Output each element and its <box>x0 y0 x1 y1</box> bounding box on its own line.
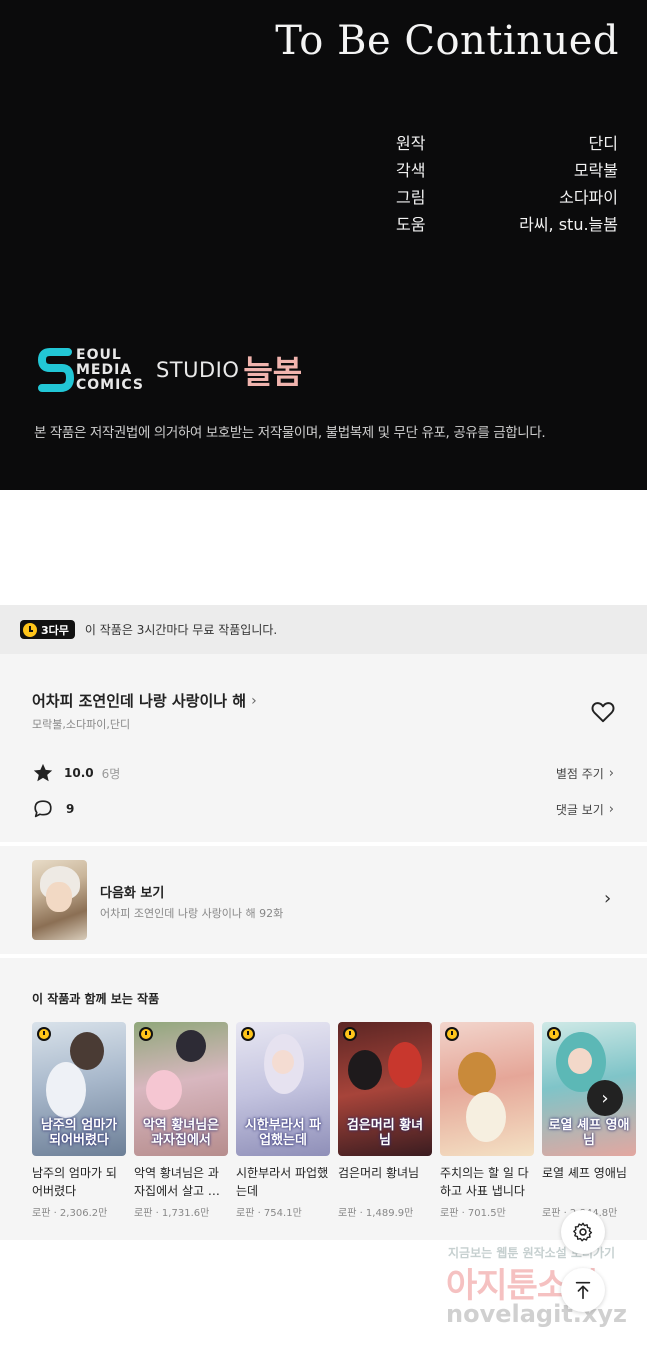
series-info-card: 어차피 조연인데 나랑 사랑이나 해 › 모락불,소다파이,단디 10.0 6명… <box>0 654 647 842</box>
related-card[interactable]: 검은머리 황녀님 검은머리 황녀님 로판 · 1,489.9만 <box>338 1022 432 1219</box>
credit-row: 그림 소다파이 <box>396 188 618 215</box>
chevron-right-icon: › <box>251 692 257 709</box>
neulbom-wordmark: 늘봄 <box>243 353 303 391</box>
free-clock-icon <box>241 1027 255 1041</box>
related-card[interactable]: 주치의는 할 일 다 하고 사표 냅니다 로판 · 701.5만 <box>440 1022 534 1219</box>
credits: 원작 단디 각색 모락불 그림 소다파이 도움 라씨, stu.늘봄 <box>396 134 618 242</box>
studio-wordmark: STUDIO <box>155 358 240 382</box>
gear-icon <box>573 1222 593 1242</box>
carousel-next-button[interactable]: › <box>587 1080 623 1116</box>
series-authors: 모락불,소다파이,단디 <box>32 718 131 731</box>
related-cover: 시한부라서 파업했는데 <box>236 1022 330 1156</box>
seoul-media-comics-wordmark: EOUL MEDIA COMICS <box>76 346 144 393</box>
series-title-link[interactable]: 어차피 조연인데 나랑 사랑이나 해 › <box>32 690 257 711</box>
next-episode-title: 다음화 보기 <box>100 886 165 901</box>
credit-name: 라씨, stu.늘봄 <box>519 215 618 234</box>
rating-row: 10.0 6명 별점 주기 › <box>32 762 614 784</box>
credit-name: 단디 <box>588 134 618 153</box>
credit-role: 그림 <box>396 188 426 207</box>
next-episode-button[interactable]: 다음화 보기 어차피 조연인데 나랑 사랑이나 해 92화 › <box>0 846 647 954</box>
rating-score: 10.0 <box>64 766 94 780</box>
free-every-3-hours-banner: 3다무 이 작품은 3시간마다 무료 작품입니다. <box>0 605 647 654</box>
chevron-right-icon: › <box>604 888 612 909</box>
related-carousel: 남주의 엄마가 되어버렸다 남주의 엄마가 되어버렸다 로판 · 2,306.2… <box>32 1022 636 1219</box>
end-card: To Be Continued 원작 단디 각색 모락불 그림 소다파이 도움 … <box>0 0 647 490</box>
heart-icon[interactable] <box>590 699 616 725</box>
chevron-right-icon: › <box>601 1087 609 1109</box>
comment-count: 9 <box>66 802 75 816</box>
related-card[interactable]: 로열 셰프 영애님 로열 셰프 영애님 로판 · 2,844.8만 <box>542 1022 636 1219</box>
chevron-right-icon: › <box>608 801 614 817</box>
related-title: 남주의 엄마가 되어버렸다 <box>32 1166 117 1198</box>
copyright-notice: 본 작품은 저작권법에 의거하여 보호받는 저작물이며, 불법복제 및 무단 유… <box>34 425 546 441</box>
credit-name: 모락불 <box>573 161 618 180</box>
free-clock-icon <box>445 1027 459 1041</box>
related-card[interactable]: 악역 황녀님은 과자집에서 악역 황녀님은 과자집에서 살고 싶어 로판 · 1… <box>134 1022 228 1219</box>
related-meta: 로판 · 2,306.2만 <box>32 1208 108 1219</box>
related-title: 검은머리 황녀님 <box>338 1166 420 1180</box>
chevron-right-icon: › <box>608 765 614 781</box>
related-title: 악역 황녀님은 과자집에서 살고 싶어 <box>134 1166 219 1198</box>
free-clock-icon <box>547 1027 561 1041</box>
site-watermark: 지금보는 웹툰 원작소설 보러가기 아지툰소설 novelagit.xyz <box>446 1246 628 1328</box>
speech-bubble-icon <box>34 800 52 818</box>
settings-button[interactable] <box>561 1210 605 1254</box>
3-hour-free-badge: 3다무 <box>20 620 75 639</box>
next-episode-subtitle: 어차피 조연인데 나랑 사랑이나 해 92화 <box>100 907 284 920</box>
free-clock-icon <box>37 1027 51 1041</box>
free-clock-icon <box>139 1027 153 1041</box>
related-title: 시한부라서 파업했는데 <box>236 1166 329 1198</box>
related-meta: 로판 · 701.5만 <box>440 1208 506 1219</box>
related-meta: 로판 · 1,489.9만 <box>338 1208 414 1219</box>
to-be-continued-heading: To Be Continued <box>275 18 619 64</box>
credit-role: 원작 <box>396 134 426 153</box>
publisher-logos: EOUL MEDIA COMICS STUDIO 늘봄 <box>38 346 302 394</box>
related-title: 로열 셰프 영애님 <box>542 1166 627 1180</box>
credit-row: 각색 모락불 <box>396 161 618 188</box>
arrow-up-icon <box>575 1281 591 1300</box>
related-cover: 검은머리 황녀님 <box>338 1022 432 1156</box>
scroll-to-top-button[interactable] <box>561 1268 605 1312</box>
credit-role: 각색 <box>396 161 426 180</box>
view-comments-button[interactable]: 댓글 보기 › <box>556 801 614 818</box>
related-cover <box>440 1022 534 1156</box>
credit-role: 도움 <box>396 215 426 234</box>
next-episode-thumbnail <box>32 860 87 940</box>
comment-row: 9 댓글 보기 › <box>32 798 614 820</box>
credit-row: 원작 단디 <box>396 134 618 161</box>
related-title: 주치의는 할 일 다 하고 사표 냅니다 <box>440 1166 529 1198</box>
free-clock-icon <box>343 1027 357 1041</box>
free-banner-text: 이 작품은 3시간마다 무료 작품입니다. <box>84 623 278 637</box>
credit-row: 도움 라씨, stu.늘봄 <box>396 215 618 242</box>
clock-icon <box>23 622 37 637</box>
seoul-media-comics-s-logo-icon <box>38 348 74 392</box>
rating-count: 6명 <box>101 766 121 781</box>
related-meta: 로판 · 754.1만 <box>236 1208 302 1219</box>
related-card[interactable]: 남주의 엄마가 되어버렸다 남주의 엄마가 되어버렸다 로판 · 2,306.2… <box>32 1022 126 1219</box>
related-cover: 악역 황녀님은 과자집에서 <box>134 1022 228 1156</box>
series-title: 어차피 조연인데 나랑 사랑이나 해 <box>32 692 247 710</box>
related-cover: 남주의 엄마가 되어버렸다 <box>32 1022 126 1156</box>
credit-name: 소다파이 <box>559 188 618 207</box>
related-heading: 이 작품과 함께 보는 작품 <box>32 992 160 1006</box>
related-series-section: 이 작품과 함께 보는 작품 남주의 엄마가 되어버렸다 남주의 엄마가 되어버… <box>0 958 647 1240</box>
rate-button[interactable]: 별점 주기 › <box>556 765 614 782</box>
related-meta: 로판 · 1,731.6만 <box>134 1208 210 1219</box>
related-card[interactable]: 시한부라서 파업했는데 시한부라서 파업했는데 로판 · 754.1만 <box>236 1022 330 1219</box>
star-icon <box>33 763 53 782</box>
